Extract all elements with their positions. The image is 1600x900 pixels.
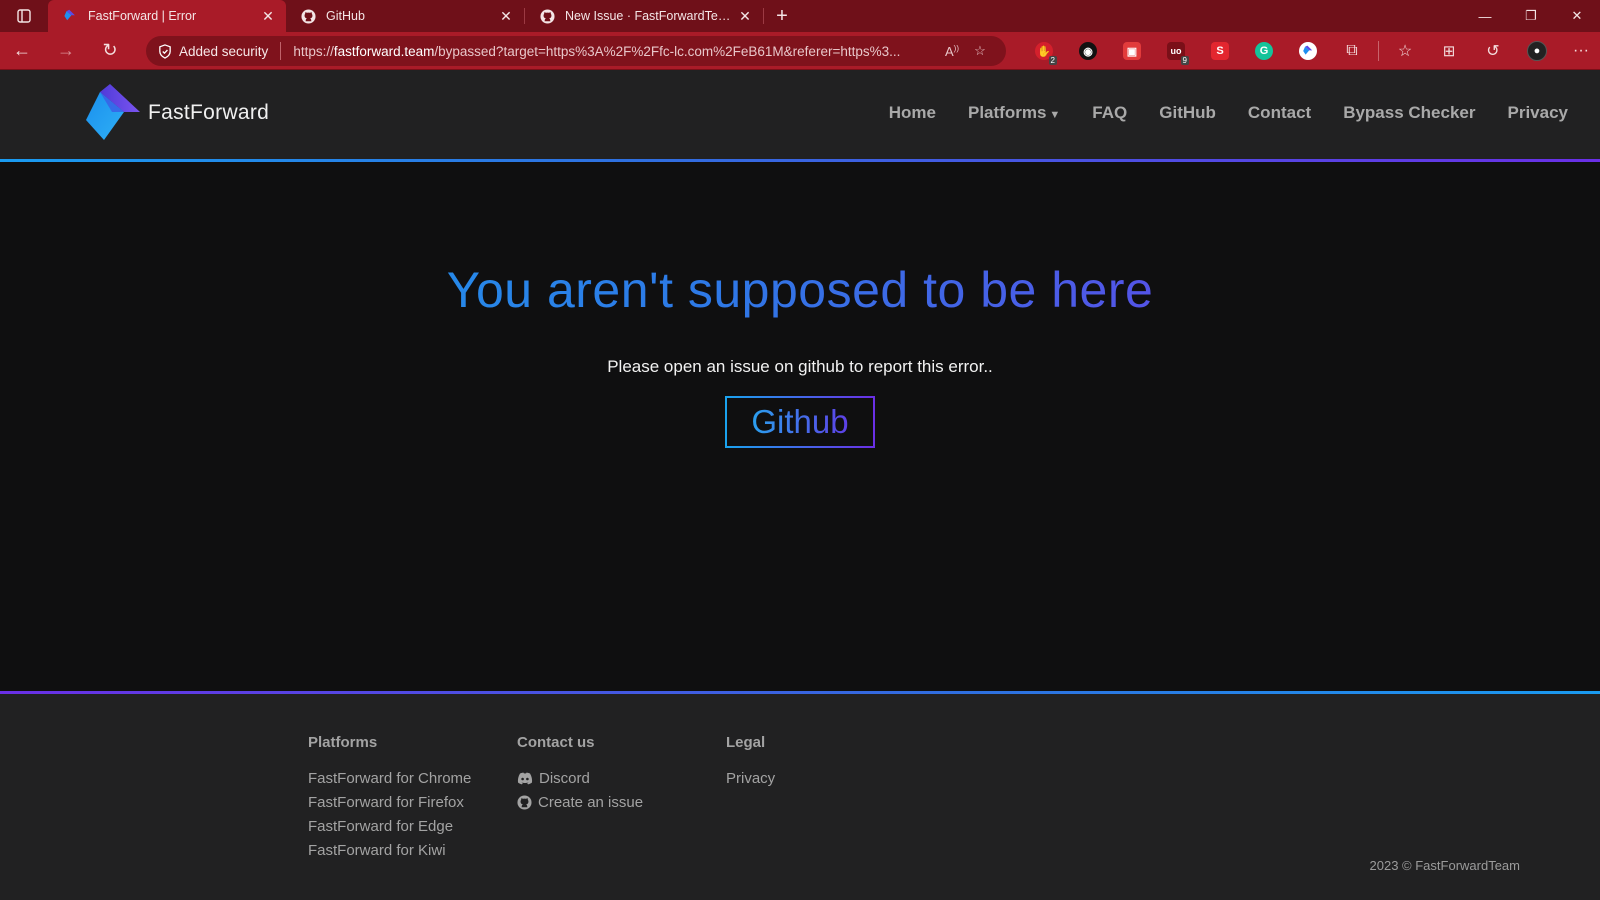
more-options-icon[interactable]: ··· xyxy=(1559,32,1600,70)
red-square-extension-icon[interactable]: ▣ xyxy=(1110,32,1154,70)
extensions-puzzle-icon[interactable]: ⧉ xyxy=(1330,32,1374,70)
minimize-icon: — xyxy=(1478,8,1492,24)
arrow-left-icon: ← xyxy=(13,40,31,60)
main-content: You aren't supposed to be here Please op… xyxy=(0,162,1600,691)
adblock-extension-icon[interactable]: ✋ 2 xyxy=(1022,32,1066,70)
browser-tab-new-issue[interactable]: New Issue · FastForwardTeam/Fa ✕ xyxy=(525,0,763,32)
github-icon xyxy=(539,8,555,24)
browser-tab-strip: FastForward | Error ✕ GitHub ✕ New Issue… xyxy=(0,0,1600,32)
footer-link-firefox[interactable]: FastForward for Firefox xyxy=(308,790,471,814)
github-button-label: Github xyxy=(751,403,849,440)
close-icon[interactable]: ✕ xyxy=(737,8,753,24)
fastforward-logo-icon[interactable] xyxy=(86,84,140,140)
tab-title: FastForward | Error xyxy=(88,9,197,23)
footer-link-privacy[interactable]: Privacy xyxy=(726,766,775,790)
url-host: fastforward.team xyxy=(333,43,435,59)
shield-icon xyxy=(159,43,171,59)
favorites-icon[interactable]: ☆ xyxy=(1383,32,1427,70)
chevron-down-icon: ▼ xyxy=(1049,109,1061,121)
site-header: FastForward Home Platforms ▼ FAQ GitHub C… xyxy=(0,70,1600,159)
minimize-button[interactable]: — xyxy=(1462,0,1508,32)
site-security-button[interactable]: Added security xyxy=(158,42,282,60)
refresh-icon: ↻ xyxy=(102,40,118,60)
extensions-bar: ✋ 2 ◉ ▣ uo 9 S G ⧉ ☆ ⊞ ↺ ● ··· xyxy=(1022,32,1600,70)
restore-button[interactable]: ❐ xyxy=(1508,0,1554,32)
ublock-badge: 9 xyxy=(1180,56,1189,65)
close-window-button[interactable]: ✕ xyxy=(1554,0,1600,32)
fastforward-extension-icon[interactable] xyxy=(1286,32,1330,70)
github-icon xyxy=(300,8,316,24)
nav-bypass-checker[interactable]: Bypass Checker xyxy=(1343,103,1475,123)
arrow-right-icon: → xyxy=(57,40,75,60)
nav-platforms-label: Platforms xyxy=(967,103,1047,122)
site-footer: Platforms FastForward for Chrome FastFor… xyxy=(0,694,1600,900)
nav-privacy[interactable]: Privacy xyxy=(1508,103,1569,123)
ublock-extension-icon[interactable]: uo 9 xyxy=(1154,32,1198,70)
new-tab-button[interactable]: + xyxy=(764,0,800,32)
add-favorite-icon[interactable]: ☆ xyxy=(966,43,994,59)
adblock-badge: 2 xyxy=(1048,56,1057,65)
url-prefix: https:// xyxy=(293,43,334,59)
window-controls: — ❐ ✕ xyxy=(1462,0,1600,32)
discord-icon xyxy=(517,772,533,784)
tab-title: New Issue · FastForwardTeam/Fa xyxy=(565,9,737,23)
nav-home[interactable]: Home xyxy=(889,103,936,123)
footer-legal-column: Legal Privacy xyxy=(726,734,775,790)
footer-contact-heading: Contact us xyxy=(517,734,595,751)
tab-actions-icon xyxy=(17,9,31,23)
nav-github[interactable]: GitHub xyxy=(1159,103,1216,123)
footer-link-discord[interactable]: Discord xyxy=(517,766,643,790)
site-nav: Home Platforms ▼ FAQ GitHub Contact Bypas… xyxy=(889,103,1568,123)
collections-icon[interactable]: ⊞ xyxy=(1427,32,1471,70)
nav-platforms[interactable]: Platforms ▼ xyxy=(968,103,1060,123)
tab-actions-button[interactable] xyxy=(0,0,48,32)
footer-platforms-heading: Platforms xyxy=(308,734,378,751)
url-text[interactable]: https://fastforward.team/bypassed?target… xyxy=(293,44,938,59)
close-icon[interactable]: ✕ xyxy=(260,8,276,24)
github-icon xyxy=(517,794,532,810)
footer-legal-heading: Legal xyxy=(726,734,766,751)
create-issue-label: Create an issue xyxy=(538,793,644,811)
nav-faq[interactable]: FAQ xyxy=(1092,103,1127,123)
profile-avatar[interactable]: ● xyxy=(1515,32,1559,70)
history-icon[interactable]: ↺ xyxy=(1471,32,1515,70)
footer-contact-column: Contact us Discord Create an issue xyxy=(517,734,643,814)
github-button[interactable]: Github xyxy=(725,396,875,448)
close-icon[interactable]: ✕ xyxy=(498,8,514,24)
brand-name[interactable]: FastForward xyxy=(148,101,269,125)
forward-button[interactable]: → xyxy=(44,32,88,70)
footer-link-edge[interactable]: FastForward for Edge xyxy=(308,814,471,838)
error-headline: You aren't supposed to be here xyxy=(0,261,1600,319)
footer-link-create-issue[interactable]: Create an issue xyxy=(517,790,643,814)
footer-platforms-column: Platforms FastForward for Chrome FastFor… xyxy=(308,734,471,862)
s-extension-icon[interactable]: S xyxy=(1198,32,1242,70)
read-aloud-icon[interactable]: A)) xyxy=(938,44,966,59)
browser-tab-fastforward[interactable]: FastForward | Error ✕ xyxy=(48,0,286,32)
browser-toolbar: ← → ↻ Added security https://fastforward… xyxy=(0,32,1600,70)
nav-contact[interactable]: Contact xyxy=(1248,103,1311,123)
eye-extension-icon[interactable]: ◉ xyxy=(1066,32,1110,70)
footer-link-kiwi[interactable]: FastForward for Kiwi xyxy=(308,838,471,862)
address-bar[interactable]: Added security https://fastforward.team/… xyxy=(146,36,1006,66)
close-icon: ✕ xyxy=(1571,8,1583,23)
grammarly-extension-icon[interactable]: G xyxy=(1242,32,1286,70)
fastforward-icon xyxy=(62,8,78,24)
footer-link-chrome[interactable]: FastForward for Chrome xyxy=(308,766,471,790)
discord-label: Discord xyxy=(539,769,590,787)
url-path: /bypassed?target=https%3A%2F%2Ffc-lc.com… xyxy=(434,43,901,59)
restore-icon: ❐ xyxy=(1525,8,1537,23)
tab-title: GitHub xyxy=(326,9,365,23)
browser-tab-github[interactable]: GitHub ✕ xyxy=(286,0,524,32)
copyright-text: 2023 © FastForwardTeam xyxy=(1369,858,1520,873)
plus-icon: + xyxy=(776,4,788,27)
refresh-button[interactable]: ↻ xyxy=(88,32,132,70)
toolbar-divider xyxy=(1378,41,1379,61)
back-button[interactable]: ← xyxy=(0,32,44,70)
security-label: Added security xyxy=(179,43,269,59)
error-subtext: Please open an issue on github to report… xyxy=(607,357,993,376)
